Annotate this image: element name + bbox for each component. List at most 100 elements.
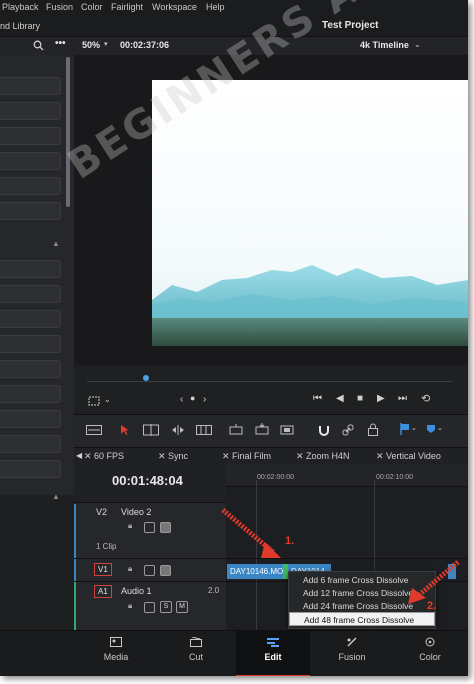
mountain-landscape-image [152,80,468,346]
play-reverse-icon[interactable]: ◀ [336,393,344,404]
auto-select-icon[interactable] [144,602,155,613]
track-id[interactable]: A1 [94,585,112,598]
overwrite-clip-icon[interactable] [254,423,270,436]
tab-label: Sync [168,451,189,461]
menu-fusion[interactable]: Fusion [46,2,73,12]
track-name[interactable]: Audio 1 [121,586,152,596]
jog-dot-icon[interactable]: ● [190,393,195,403]
page-color[interactable]: Color [394,631,466,676]
position-lock-icon[interactable] [367,423,379,436]
tab-label: Zoom H4N [306,451,350,461]
list-item[interactable] [0,77,61,95]
selection-tool-icon[interactable] [120,424,130,436]
list-item[interactable] [0,310,61,328]
timeline-timecode: 00:01:48:04 [112,473,183,488]
scrubber-playhead[interactable] [143,375,149,381]
zoom-dropdown-icon[interactable]: ▾ [104,40,108,48]
title-bar: nd Library Test Project [0,16,468,36]
mute-button[interactable]: M [176,601,188,613]
zoom-level[interactable]: 50% [82,40,100,50]
annotation-arrow-2 [408,560,460,604]
lock-track-icon[interactable]: 🔒︎ [128,521,132,531]
dynamic-trim-icon[interactable] [170,424,186,436]
track-color-bar [74,582,76,630]
timeline-view-icon[interactable] [86,425,102,435]
menu-workspace[interactable]: Workspace [152,2,197,12]
flag-dropdown-icon[interactable]: ⌄ [411,424,417,432]
marker-icon[interactable] [426,424,436,434]
list-item[interactable] [0,260,61,278]
search-icon[interactable] [33,40,44,51]
menu-playback[interactable]: Playback [2,2,39,12]
menu-color[interactable]: Color [81,2,103,12]
ruler-mark: 00:02:10:00 [376,474,413,481]
list-item[interactable] [0,410,61,428]
auto-select-icon[interactable] [144,565,155,576]
active-page-indicator [236,675,310,676]
track-name[interactable]: Video 2 [121,507,151,517]
menu-item-48-frame[interactable]: Add 48 frame Cross Dissolve [289,612,435,626]
menu-help[interactable]: Help [206,2,225,12]
clip-count: 1 Clip [96,542,117,551]
go-to-end-icon[interactable]: ⏭ [398,393,407,404]
marker-dropdown-icon[interactable]: ⌄ [437,424,443,432]
list-item[interactable] [0,385,61,403]
flag-icon[interactable] [400,423,410,435]
list-item[interactable] [0,102,61,120]
auto-select-icon[interactable] [144,522,155,533]
cut-page-icon [190,637,202,647]
list-item[interactable] [0,127,61,145]
collapse-caret-icon[interactable]: ▲ [52,239,60,248]
stop-icon[interactable]: ■ [357,393,363,404]
more-options-icon[interactable]: ••• [55,38,66,49]
menu-fairlight[interactable]: Fairlight [111,2,143,12]
page-cut[interactable]: Cut [160,631,232,676]
lock-track-icon[interactable]: 🔒︎ [128,564,132,574]
track-id: V2 [96,507,108,517]
list-item[interactable] [0,285,61,303]
timeline-name[interactable]: 4k Timeline [360,40,409,50]
panel-scrollbar[interactable] [66,57,70,207]
chevron-down-icon[interactable]: ⌄ [104,395,111,404]
scrubber-bar[interactable] [74,368,468,388]
list-item[interactable] [0,435,61,453]
page-label: Edit [264,652,282,662]
disable-track-icon[interactable] [160,565,171,576]
prev-arrow-icon[interactable]: ‹ [180,394,183,405]
annotation-step-2: 2. [427,600,437,612]
timeline-dropdown-icon[interactable]: ⌄ [414,40,421,49]
linked-selection-icon[interactable] [342,424,354,436]
page-media[interactable]: Media [80,631,152,676]
replace-clip-icon[interactable] [279,424,295,436]
insert-clip-icon[interactable] [228,424,244,436]
page-label: Media [103,652,129,662]
page-label: Color [419,652,441,662]
ruler-mark: 00:02:00:00 [257,474,294,481]
color-page-icon [425,637,435,647]
list-item[interactable] [0,360,61,378]
track-id[interactable]: V1 [94,563,112,576]
list-item[interactable] [0,177,61,195]
page-fusion[interactable]: Fusion [316,631,388,676]
page-edit[interactable]: Edit [236,631,310,676]
viewer-options-icon[interactable] [88,396,100,406]
list-item[interactable] [0,335,61,353]
blade-tool-icon[interactable] [196,425,212,435]
trim-tool-icon[interactable] [143,424,159,436]
go-to-start-icon[interactable]: ⏮ [313,393,322,404]
tab-label: 60 FPS [94,451,125,461]
loop-icon[interactable]: ⟲ [421,392,430,405]
snapping-magnet-icon[interactable] [318,424,330,436]
fusion-page-icon [347,637,357,647]
tab-label: Vertical Video [386,451,441,461]
list-item[interactable] [0,460,61,478]
collapse-caret-icon[interactable]: ▲ [52,492,60,501]
play-icon[interactable]: ▶ [377,393,385,404]
next-arrow-icon[interactable]: › [203,394,206,405]
source-timecode: 00:02:37:06 [120,40,170,50]
list-item[interactable] [0,202,61,220]
list-item[interactable] [0,152,61,170]
solo-button[interactable]: S [160,601,172,613]
disable-track-icon[interactable] [160,522,171,533]
lock-track-icon[interactable]: 🔒︎ [128,601,132,611]
